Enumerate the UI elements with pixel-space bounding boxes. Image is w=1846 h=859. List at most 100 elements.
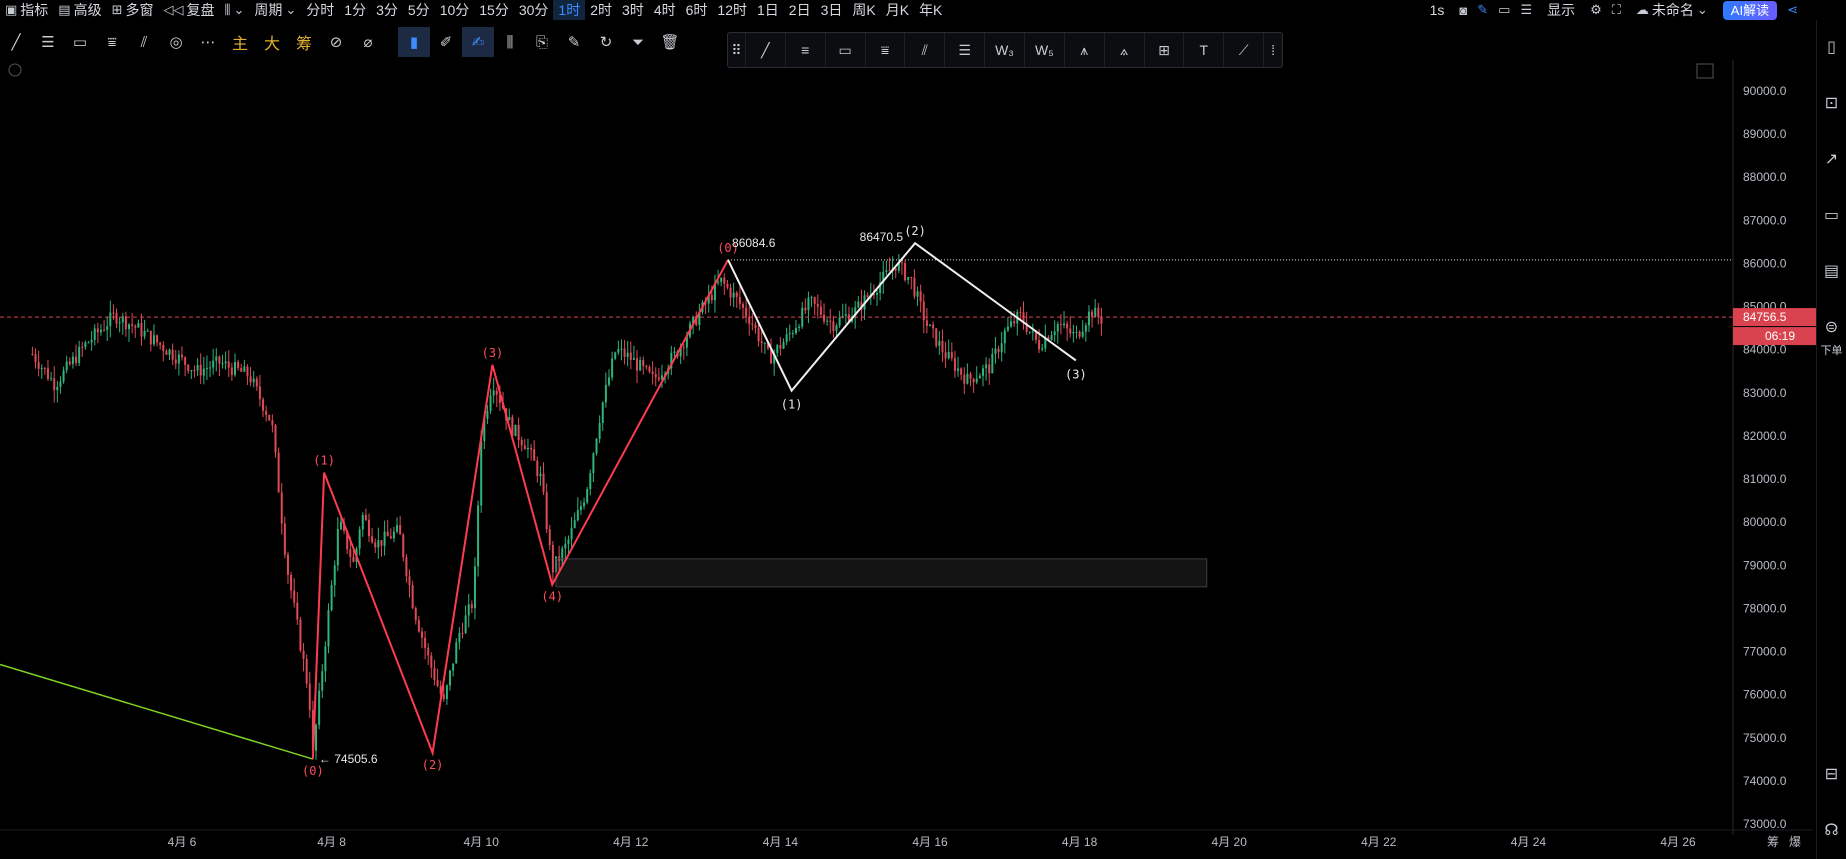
candle-body bbox=[813, 297, 816, 304]
tf-button[interactable]: 周K bbox=[847, 0, 880, 20]
big-order-toggle[interactable]: 大 bbox=[256, 27, 288, 57]
tf-button[interactable]: 3时 bbox=[617, 0, 649, 20]
candle-body bbox=[536, 460, 539, 477]
clipboard-icon[interactable]: ⎘ bbox=[526, 27, 558, 57]
magnet-icon[interactable]: ↻ bbox=[590, 27, 622, 57]
tf-button[interactable]: 6时 bbox=[681, 0, 713, 20]
tf-button[interactable]: 30分 bbox=[514, 0, 554, 20]
tf-button[interactable]: 4时 bbox=[649, 0, 681, 20]
candle-body bbox=[757, 328, 760, 342]
candle-body bbox=[1053, 331, 1056, 335]
collapse-handle-icon[interactable]: ⁞ bbox=[1264, 33, 1282, 67]
filter-icon[interactable]: ⏷ bbox=[622, 27, 654, 57]
candle-body bbox=[424, 637, 427, 648]
line-tool-icon[interactable]: ╱ bbox=[0, 27, 32, 57]
display-button[interactable]: 显示 bbox=[1542, 0, 1580, 20]
fib-icon[interactable]: ☰ bbox=[945, 33, 986, 67]
layout-icon[interactable]: ⊟ bbox=[1818, 761, 1846, 787]
tf-button[interactable]: 1日 bbox=[752, 0, 784, 20]
ruler-icon[interactable]: ⟋ bbox=[1224, 33, 1265, 67]
range-icon[interactable]: ⊞ bbox=[1145, 33, 1185, 67]
candle-body bbox=[305, 658, 308, 684]
tf-button[interactable]: 月K bbox=[881, 0, 914, 20]
order-label[interactable]: 下单 bbox=[1821, 342, 1843, 358]
layout-dropdown[interactable]: ☁ 未命名 ⌄ bbox=[1631, 0, 1713, 20]
tf-button[interactable]: 15分 bbox=[474, 0, 514, 20]
parallel-icon[interactable]: ≡ bbox=[786, 33, 826, 67]
edit-icon[interactable]: ✎ bbox=[558, 27, 590, 57]
ai-interpret-button[interactable]: AI解读 bbox=[1722, 0, 1778, 20]
tf-button[interactable]: 2日 bbox=[784, 0, 816, 20]
interval-label[interactable]: 1s bbox=[1425, 0, 1450, 20]
trend-icon[interactable]: ↗ bbox=[1818, 146, 1846, 172]
abc-pattern-icon[interactable]: ⟑ bbox=[1105, 33, 1145, 67]
main-chart-toggle[interactable]: 主 bbox=[224, 27, 256, 57]
bookmark-icon[interactable]: ▮ bbox=[398, 27, 430, 57]
screen-icon[interactable]: ▭ bbox=[1498, 2, 1510, 18]
headset-icon[interactable]: ☊ bbox=[1818, 817, 1846, 843]
drag-handle-icon[interactable]: ⠿ bbox=[728, 33, 746, 67]
triangle-wave-icon[interactable]: ⩚ bbox=[1065, 33, 1105, 67]
hlines-tool-icon[interactable]: ☰ bbox=[32, 27, 64, 57]
dollar-icon[interactable]: ⊡ bbox=[1818, 90, 1846, 116]
tf-button[interactable]: 10分 bbox=[435, 0, 475, 20]
candle-body bbox=[598, 423, 601, 439]
brush-icon[interactable]: ✐ bbox=[430, 27, 462, 57]
candle-body bbox=[392, 531, 395, 539]
tf-button-active[interactable]: 1时 bbox=[553, 0, 586, 20]
trash-icon[interactable]: 🗑 bbox=[654, 27, 686, 57]
circle-tool-icon[interactable]: ◎ bbox=[160, 27, 192, 57]
camera-icon[interactable]: ◙ bbox=[1459, 3, 1467, 18]
tf-button[interactable]: 分时 bbox=[301, 0, 339, 20]
elliott-w5-icon[interactable]: W₅ bbox=[1025, 33, 1065, 67]
formula-icon[interactable]: ⊘ bbox=[320, 27, 352, 57]
time-tick-label: 4月 20 bbox=[1212, 835, 1248, 849]
pencil-icon[interactable]: ✎ bbox=[1477, 2, 1488, 18]
tf-button[interactable]: 5分 bbox=[403, 0, 435, 20]
period-dropdown[interactable]: 周期 ⌄ bbox=[249, 0, 301, 20]
channel-icon[interactable]: ⫽ bbox=[905, 33, 946, 67]
tf-button[interactable]: 3日 bbox=[816, 0, 848, 20]
price-chart[interactable]: (0)(1)(2)(3)(4)(0)(1)(2)(3)← 74505.68608… bbox=[0, 0, 1846, 859]
candlestick-series bbox=[31, 254, 1103, 760]
advanced-button[interactable]: ▤ 高级 bbox=[53, 0, 106, 20]
more-tools-icon[interactable]: ⋯ bbox=[192, 27, 224, 57]
candle-body bbox=[1075, 331, 1078, 333]
elliott-w3-icon[interactable]: W₃ bbox=[985, 33, 1025, 67]
wave-pattern-icon[interactable]: ⩸ bbox=[866, 33, 906, 67]
document-icon[interactable]: ▯ bbox=[1818, 34, 1846, 60]
replay-button[interactable]: ◁◁ 复盘 bbox=[159, 0, 220, 20]
indicator-button[interactable]: ▣ 指标 bbox=[0, 0, 53, 20]
tf-button[interactable]: 3分 bbox=[371, 0, 403, 20]
fullscreen-icon[interactable]: ⛶ bbox=[1612, 2, 1621, 18]
tf-button[interactable]: 2时 bbox=[585, 0, 617, 20]
chart-type-dropdown[interactable]: ⫼ ⌄ bbox=[220, 0, 250, 20]
eraser-icon[interactable]: ⌀ bbox=[352, 27, 384, 57]
tf-button[interactable]: 1分 bbox=[339, 0, 371, 20]
bars-icon[interactable]: ⫼ bbox=[494, 27, 526, 57]
segment-icon[interactable]: ╱ bbox=[746, 33, 786, 67]
candle-body bbox=[823, 314, 826, 322]
drawing-layer[interactable]: (0)(1)(2)(3)(4)(0)(1)(2)(3)← 74505.68608… bbox=[0, 63, 1733, 778]
order-icon[interactable]: ⊜ bbox=[1818, 314, 1846, 340]
tf-button[interactable]: 12时 bbox=[712, 0, 752, 20]
candle-body bbox=[56, 386, 59, 391]
channel-tool-icon[interactable]: ⫽ bbox=[128, 27, 160, 57]
card-icon[interactable]: ▤ bbox=[1818, 258, 1846, 284]
multi-window-button[interactable]: ⊞ 多窗 bbox=[107, 0, 159, 20]
rect-tool-icon[interactable]: ▭ bbox=[64, 27, 96, 57]
list-icon[interactable]: ☰ bbox=[1520, 2, 1532, 18]
gear-icon[interactable]: ⚙ bbox=[1590, 2, 1602, 18]
highlighter-icon[interactable]: ✍ bbox=[462, 27, 494, 57]
tf-button[interactable]: 年K bbox=[914, 0, 947, 20]
time-axis[interactable]: 4月 6 4月 8 4月 10 4月 12 4月 14 4月 16 4月 18 4月 20 4月… bbox=[0, 829, 1813, 849]
pattern-tool-icon[interactable]: ⩸ bbox=[96, 27, 128, 57]
share-icon[interactable]: ⋖ bbox=[1787, 2, 1798, 18]
rectangle-icon[interactable]: ▭ bbox=[826, 33, 866, 67]
candle-body bbox=[844, 314, 847, 316]
text-icon[interactable]: T bbox=[1184, 33, 1225, 67]
chip-toggle[interactable]: 筹 bbox=[288, 27, 320, 57]
price-axis[interactable]: 73000.0 74000.0 75000.0 76000.0 77000.0 78000… bbox=[1732, 60, 1817, 835]
candle-body bbox=[124, 316, 127, 330]
monitor-icon[interactable]: ▭ bbox=[1818, 202, 1846, 228]
